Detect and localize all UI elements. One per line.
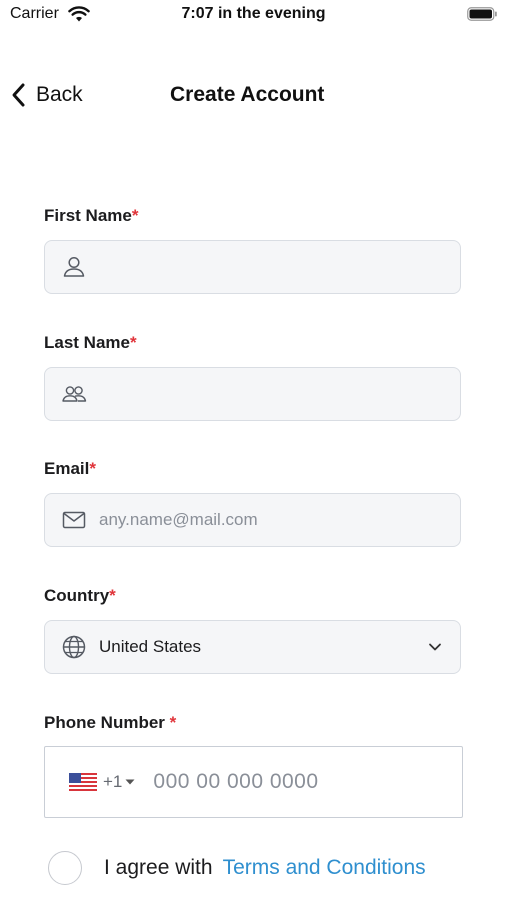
person-icon bbox=[63, 256, 85, 277]
phone-field[interactable]: +1 000 00 000 0000 bbox=[44, 746, 463, 818]
email-label: Email* bbox=[44, 459, 96, 478]
required-mark: * bbox=[89, 459, 96, 478]
nav-bar: Back Create Account bbox=[0, 72, 507, 120]
phone-placeholder: 000 00 000 0000 bbox=[153, 770, 319, 793]
back-button[interactable]: Back bbox=[10, 82, 83, 108]
country-value: United States bbox=[99, 637, 202, 656]
email-field[interactable]: any.name@mail.com bbox=[44, 493, 461, 547]
required-mark: * bbox=[129, 333, 137, 352]
terms-link[interactable]: Terms and Conditions bbox=[223, 856, 426, 880]
caret-down-icon[interactable] bbox=[125, 778, 135, 786]
email-placeholder: any.name@mail.com bbox=[99, 510, 258, 529]
agree-text: I agree with bbox=[104, 856, 213, 879]
chevron-left-icon bbox=[12, 83, 25, 107]
chevron-down-icon bbox=[429, 643, 441, 651]
battery-icon bbox=[467, 7, 497, 21]
back-label: Back bbox=[36, 83, 83, 106]
page-title: Create Account bbox=[170, 83, 325, 106]
us-flag-icon[interactable] bbox=[69, 773, 97, 791]
status-bar: Carrier 7:07 in the evening bbox=[0, 0, 507, 30]
globe-icon bbox=[62, 635, 86, 659]
required-mark: * bbox=[109, 586, 116, 605]
first-name-field[interactable] bbox=[44, 240, 461, 294]
last-name-label: Last Name* bbox=[44, 333, 137, 352]
country-select[interactable]: United States bbox=[44, 620, 461, 674]
first-name-label: First Name* bbox=[44, 206, 139, 225]
agree-row: I agree with Terms and Conditions bbox=[48, 851, 426, 885]
dial-code[interactable]: +1 bbox=[103, 772, 122, 792]
required-mark: * bbox=[131, 206, 139, 225]
people-icon bbox=[62, 386, 87, 402]
last-name-field[interactable] bbox=[44, 367, 461, 421]
status-time: 7:07 in the evening bbox=[181, 5, 326, 22]
country-label: Country* bbox=[44, 586, 116, 605]
phone-label: Phone Number * bbox=[44, 713, 177, 732]
required-mark: * bbox=[169, 713, 177, 732]
agree-radio[interactable] bbox=[48, 851, 82, 885]
mail-icon bbox=[62, 511, 86, 529]
